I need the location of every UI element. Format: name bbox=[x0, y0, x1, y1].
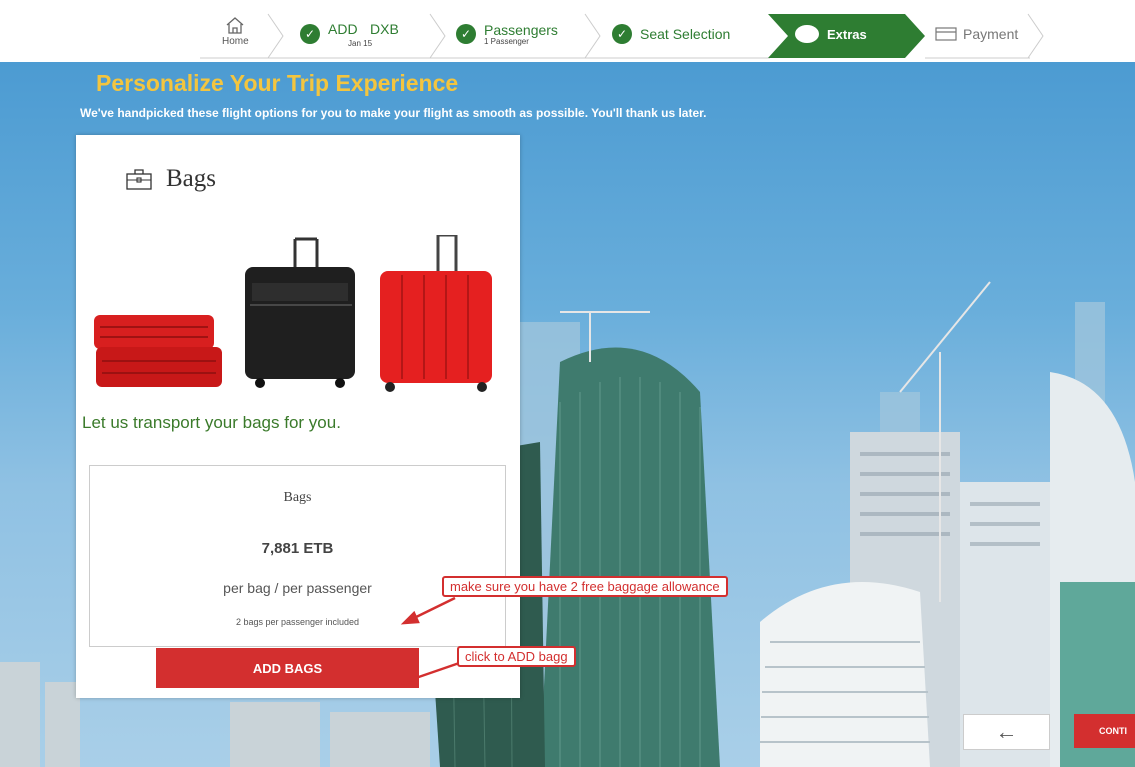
card-icon bbox=[935, 27, 957, 41]
route-destination: DXB bbox=[370, 20, 399, 37]
passengers-sub: 1 Passenger bbox=[484, 36, 529, 46]
extras-icon bbox=[795, 25, 819, 43]
price-box-title: Bags bbox=[283, 490, 312, 505]
click-annotation: click to ADD bagg bbox=[457, 646, 576, 667]
bags-price-box: Bags 7,881 ETB per bag / per passenger 2… bbox=[89, 465, 506, 647]
page-title: Personalize Your Trip Experience bbox=[96, 70, 459, 96]
booking-stepper: Home ✓ ADD DXB Jan 15 ✓ Passengers 1 Pas… bbox=[0, 0, 1135, 62]
step-payment[interactable]: Payment bbox=[935, 14, 1018, 54]
step-home[interactable]: Home bbox=[222, 16, 249, 56]
bag-price: 7,881 ETB bbox=[261, 540, 334, 557]
black-suitcase bbox=[245, 237, 355, 388]
arrow-left-icon: ← bbox=[995, 719, 1018, 744]
bags-card: Bags Let us transport your bags for you.… bbox=[76, 135, 520, 698]
continue-button[interactable]: CONTI bbox=[1074, 714, 1135, 748]
check-icon: ✓ bbox=[612, 24, 632, 44]
card-header: Bags bbox=[126, 165, 216, 193]
page-subtitle: We've handpicked these flight options fo… bbox=[80, 106, 707, 120]
included-allowance: 2 bags per passenger included bbox=[235, 617, 360, 627]
luggage-image bbox=[94, 235, 492, 392]
check-icon: ✓ bbox=[456, 24, 476, 44]
seat-selection-label: Seat Selection bbox=[640, 26, 731, 42]
check-icon: ✓ bbox=[300, 24, 320, 44]
step-route[interactable]: ✓ ADD DXB Jan 15 bbox=[300, 14, 399, 54]
card-title: Bags bbox=[166, 165, 216, 192]
back-button[interactable]: ← bbox=[963, 714, 1050, 750]
red-hardshell-suitcase bbox=[380, 235, 492, 392]
allowance-annotation: make sure you have 2 free baggage allowa… bbox=[442, 576, 728, 597]
route-date: Jan 15 bbox=[348, 38, 373, 48]
route-origin: ADD bbox=[328, 20, 358, 37]
extras-label: Extras bbox=[827, 26, 867, 42]
step-extras[interactable]: Extras bbox=[795, 14, 867, 54]
bags-tagline: Let us transport your bags for you. bbox=[82, 413, 341, 432]
home-icon bbox=[226, 17, 244, 34]
step-seat-selection[interactable]: ✓ Seat Selection bbox=[612, 14, 730, 54]
payment-label: Payment bbox=[963, 26, 1019, 42]
step-passengers[interactable]: ✓ Passengers 1 Passenger bbox=[456, 14, 558, 54]
add-bags-button[interactable]: ADD BAGS bbox=[156, 648, 419, 688]
passengers-label: Passengers bbox=[484, 21, 558, 38]
step-home-label: Home bbox=[222, 36, 249, 47]
red-suitcase-stack bbox=[94, 315, 222, 387]
briefcase-icon bbox=[126, 169, 152, 190]
